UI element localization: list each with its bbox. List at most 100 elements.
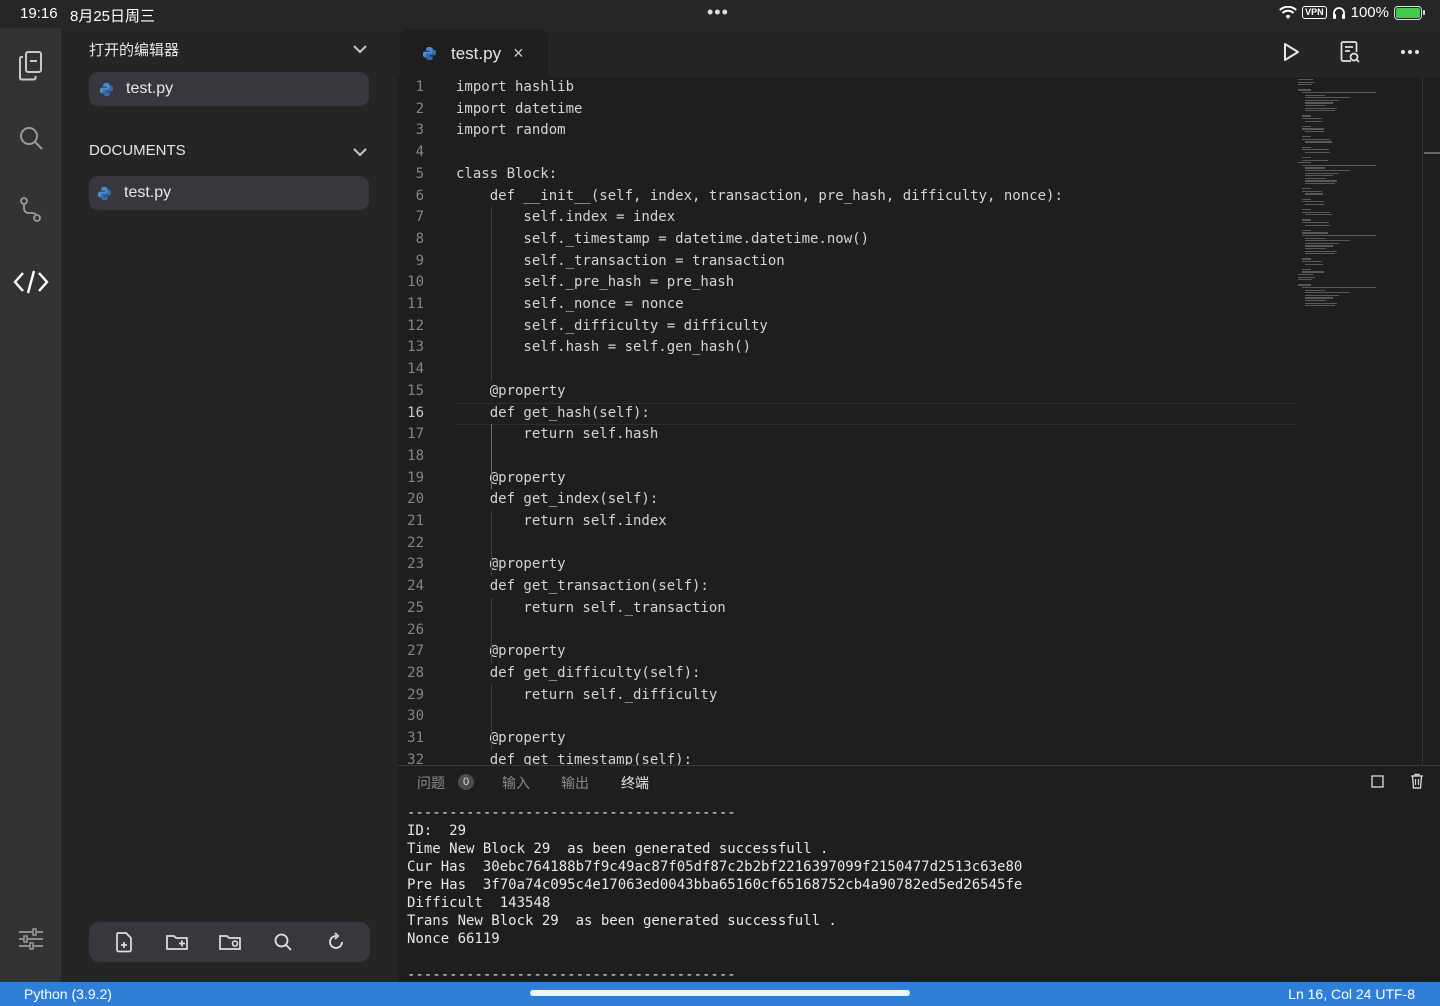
minimap-line <box>1305 300 1327 302</box>
new-folder-button[interactable] <box>161 926 193 958</box>
code-line[interactable]: self._timestamp = datetime.datetime.now(… <box>456 229 869 251</box>
indent-guide <box>490 597 492 663</box>
chevron-down-icon[interactable] <box>352 147 368 157</box>
editor-scroll-thumb[interactable] <box>1424 152 1440 154</box>
minimap-line <box>1305 294 1340 297</box>
line-number: 5 <box>415 165 424 182</box>
minimap-line <box>1305 224 1331 226</box>
code-line[interactable]: return self.index <box>456 511 666 533</box>
terminal-line: Time New Block 29 as been generated succ… <box>407 841 829 857</box>
code-line[interactable]: self._transaction = transaction <box>456 251 784 273</box>
code-editor[interactable]: 1 2 3 4 5 6 7 8 9 10 11 12 13 14 15 16 17 18 19 20 21 22 23 24 2… <box>398 77 1440 765</box>
source-control-icon[interactable] <box>0 188 61 232</box>
minimap-line <box>1305 183 1335 185</box>
code-line[interactable]: def __init__(self, index, transaction, p… <box>456 186 1063 208</box>
line-number: 31 <box>407 730 424 746</box>
refresh-button[interactable] <box>320 926 352 958</box>
minimap-line <box>1305 141 1332 143</box>
home-indicator[interactable] <box>530 990 910 996</box>
code-line[interactable]: import hashlib <box>456 77 574 99</box>
open-editor-file-item[interactable]: test.py <box>89 72 369 106</box>
folder-settings-button[interactable] <box>214 926 246 958</box>
tab-terminal[interactable]: 终端 <box>621 773 649 793</box>
line-number: 6 <box>415 187 424 204</box>
maximize-panel-icon[interactable] <box>1371 775 1384 788</box>
code-icon[interactable] <box>0 260 61 304</box>
minimap-line <box>1298 81 1315 83</box>
settings-sliders-icon[interactable] <box>18 927 44 956</box>
code-line[interactable]: class Block: <box>456 164 557 186</box>
code-line[interactable]: return self.hash <box>456 424 658 446</box>
minimap-line <box>1298 79 1314 81</box>
multitasking-dots-icon[interactable]: ••• <box>707 2 729 23</box>
minimap-line <box>1305 151 1331 154</box>
code-line[interactable]: @property <box>456 641 566 663</box>
minimap-line <box>1305 263 1323 265</box>
editor-scrollbar[interactable] <box>1422 77 1423 765</box>
folder-gear-icon <box>218 935 241 950</box>
minimap-line <box>1301 222 1330 224</box>
code-line[interactable]: import datetime <box>456 99 582 121</box>
search-files-button[interactable] <box>267 926 299 958</box>
code-line[interactable]: def get_timestamp(self): <box>456 750 692 765</box>
new-file-icon <box>115 932 132 953</box>
documents-file-item[interactable]: test.py <box>89 176 369 210</box>
trash-icon[interactable] <box>1410 773 1424 789</box>
minimap-line <box>1305 305 1335 307</box>
minimap-line <box>1305 175 1333 177</box>
chevron-down-icon[interactable] <box>352 44 368 54</box>
minimap-line <box>1301 115 1312 117</box>
line-number: 28 <box>407 664 424 681</box>
terminal-line: Difficult 143548 <box>407 895 551 911</box>
cursor-position-encoding[interactable]: Ln 16, Col 24 UTF-8 <box>1288 986 1415 1002</box>
battery-icon <box>1394 5 1425 20</box>
minimap-line <box>1305 248 1327 250</box>
search-icon[interactable] <box>0 116 61 160</box>
code-line[interactable]: @property <box>456 728 566 750</box>
minimap[interactable] <box>1298 77 1424 347</box>
line-number: 22 <box>407 534 424 551</box>
new-file-button[interactable] <box>108 926 140 958</box>
minimap-line <box>1305 110 1335 112</box>
open-editors-header[interactable]: 打开的编辑器 <box>89 39 179 60</box>
minimap-line <box>1305 245 1333 247</box>
line-number: 11 <box>407 296 424 312</box>
tab-output[interactable]: 输出 <box>561 773 589 793</box>
line-number: 12 <box>407 317 424 334</box>
tab-test-py[interactable]: test.py × <box>400 30 548 77</box>
code-line[interactable]: self.index = index <box>456 207 675 229</box>
line-number: 1 <box>415 79 424 95</box>
run-play-icon[interactable] <box>1282 42 1300 62</box>
language-mode[interactable]: Python (3.9.2) <box>24 986 112 1002</box>
minimap-line <box>1301 261 1323 263</box>
terminal-line: Cur Has 30ebc764188b7f9c49ac87f05df87c2b… <box>407 859 1023 875</box>
documents-header[interactable]: DOCUMENTS <box>89 142 186 159</box>
code-line[interactable]: def get_difficulty(self): <box>456 663 701 685</box>
code-line[interactable]: @property <box>456 468 566 490</box>
code-line[interactable]: def get_hash(self): <box>456 403 650 425</box>
preview-document-icon[interactable] <box>1340 40 1360 64</box>
line-number: 19 <box>407 469 424 486</box>
problems-count-badge: 0 <box>458 774 474 790</box>
explorer-files-icon[interactable] <box>0 44 61 88</box>
tab-input[interactable]: 输入 <box>502 773 530 793</box>
code-line[interactable]: def get_transaction(self): <box>456 576 709 598</box>
code-line[interactable]: import random <box>456 120 566 142</box>
code-line[interactable]: self._pre_hash = pre_hash <box>456 272 734 294</box>
minimap-line <box>1301 287 1377 289</box>
code-line[interactable]: def get_index(self): <box>456 489 659 511</box>
minimap-line <box>1305 250 1338 252</box>
code-line[interactable]: self.hash = self.gen_hash() <box>456 337 751 359</box>
code-line[interactable]: self._difficulty = difficulty <box>456 316 767 338</box>
minimap-line <box>1305 167 1325 169</box>
code-line[interactable]: return self._difficulty <box>456 685 717 707</box>
code-line[interactable]: @property <box>456 554 566 576</box>
code-line[interactable]: @property <box>456 381 566 403</box>
python-file-icon <box>422 46 437 61</box>
more-options-icon[interactable] <box>1400 49 1420 55</box>
minimap-line <box>1301 164 1377 167</box>
tab-close-icon[interactable]: × <box>513 43 524 64</box>
line-number: 27 <box>407 643 424 660</box>
tab-problems[interactable]: 问题 <box>417 773 445 793</box>
code-line[interactable]: return self._transaction <box>456 598 725 620</box>
